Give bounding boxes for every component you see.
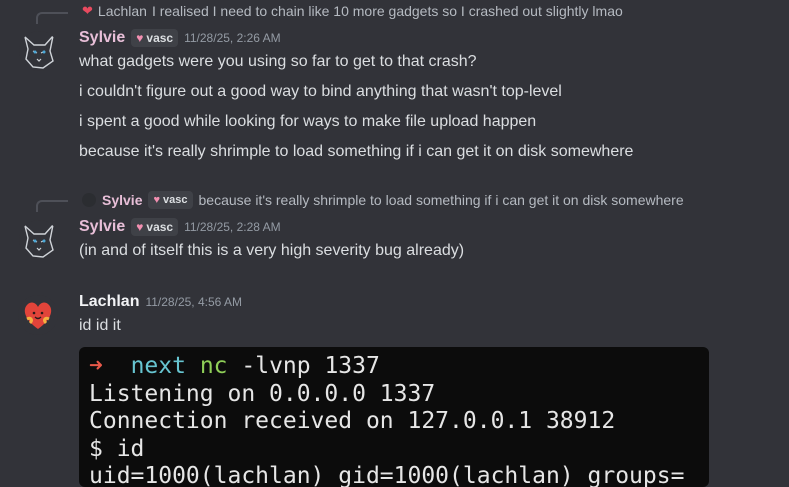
reply-preview[interactable]: ❤ Lachlan I realised I need to chain lik… (82, 3, 623, 19)
timestamp[interactable]: 11/28/25, 2:26 AM (184, 31, 281, 45)
reply-author[interactable]: Sylvie (102, 192, 142, 208)
heart-hands-icon: ♥ (153, 194, 161, 206)
message-line: i couldn't figure out a good way to bind… (79, 83, 562, 100)
cat-avatar-icon (19, 220, 59, 260)
cat-avatar-icon (19, 31, 59, 71)
prompt-arrow: ➜ (89, 353, 103, 379)
reply-author[interactable]: Lachlan (98, 3, 147, 19)
message-header: Lachlan 11/28/25, 4:56 AM (79, 293, 242, 311)
broken-heart-icon: ❤ (82, 3, 93, 18)
guild-tag[interactable]: ♥ vasc (131, 218, 179, 236)
author-name[interactable]: Lachlan (79, 293, 139, 311)
terminal-line: Connection received on 127.0.0.1 38912 (89, 408, 616, 434)
prompt-args: -lvnp 1337 (241, 353, 380, 379)
message-line: (in and of itself this is a very high se… (79, 242, 465, 259)
reply-text[interactable]: I realised I need to chain like 10 more … (152, 3, 623, 19)
terminal-line: $ id (89, 435, 145, 462)
message-line: id id it (79, 317, 121, 334)
guild-tag[interactable]: ♥ vasc (131, 29, 179, 47)
prompt-dir: next (130, 353, 186, 379)
prompt-cmd: nc (199, 353, 228, 379)
avatar[interactable] (19, 220, 59, 260)
heart-hands-icon: ♥ (136, 220, 144, 234)
avatar[interactable] (19, 31, 59, 71)
heart-hug-avatar-icon (18, 295, 58, 335)
timestamp[interactable]: 11/28/25, 4:56 AM (145, 295, 242, 309)
guild-tag-label: vasc (146, 31, 174, 45)
message-header: Sylvie ♥ vasc 11/28/25, 2:26 AM (79, 29, 281, 47)
reply-text[interactable]: because it's really shrimple to load som… (199, 192, 684, 208)
terminal-screenshot[interactable]: ➜ next nc -lvnp 1337 Listening on 0.0.0.0… (79, 347, 709, 487)
terminal-line: Listening on 0.0.0.0 1337 (89, 380, 436, 407)
guild-tag[interactable]: ♥ vasc (148, 191, 193, 209)
reply-spine (36, 12, 68, 24)
message-line: i spent a good while looking for ways to… (79, 113, 537, 130)
guild-tag-label: vasc (146, 220, 174, 234)
message-header: Sylvie ♥ vasc 11/28/25, 2:28 AM (79, 218, 281, 236)
timestamp[interactable]: 11/28/25, 2:28 AM (184, 220, 281, 234)
message-line: because it's really shrimple to load som… (79, 143, 634, 160)
message-line: what gadgets were you using so far to ge… (79, 53, 477, 70)
author-name[interactable]: Sylvie (79, 218, 125, 236)
terminal-prompt-line: ➜ next nc -lvnp 1337 (89, 353, 709, 381)
reply-spine (36, 200, 68, 212)
author-name[interactable]: Sylvie (79, 29, 125, 47)
reply-preview[interactable]: Sylvie ♥ vasc because it's really shrimp… (82, 191, 684, 209)
reply-avatar-icon (82, 193, 96, 207)
guild-tag-label: vasc (163, 194, 188, 206)
avatar[interactable] (18, 295, 58, 335)
heart-hands-icon: ♥ (136, 31, 144, 45)
terminal-line: uid=1000(lachlan) gid=1000(lachlan) grou… (89, 463, 685, 487)
